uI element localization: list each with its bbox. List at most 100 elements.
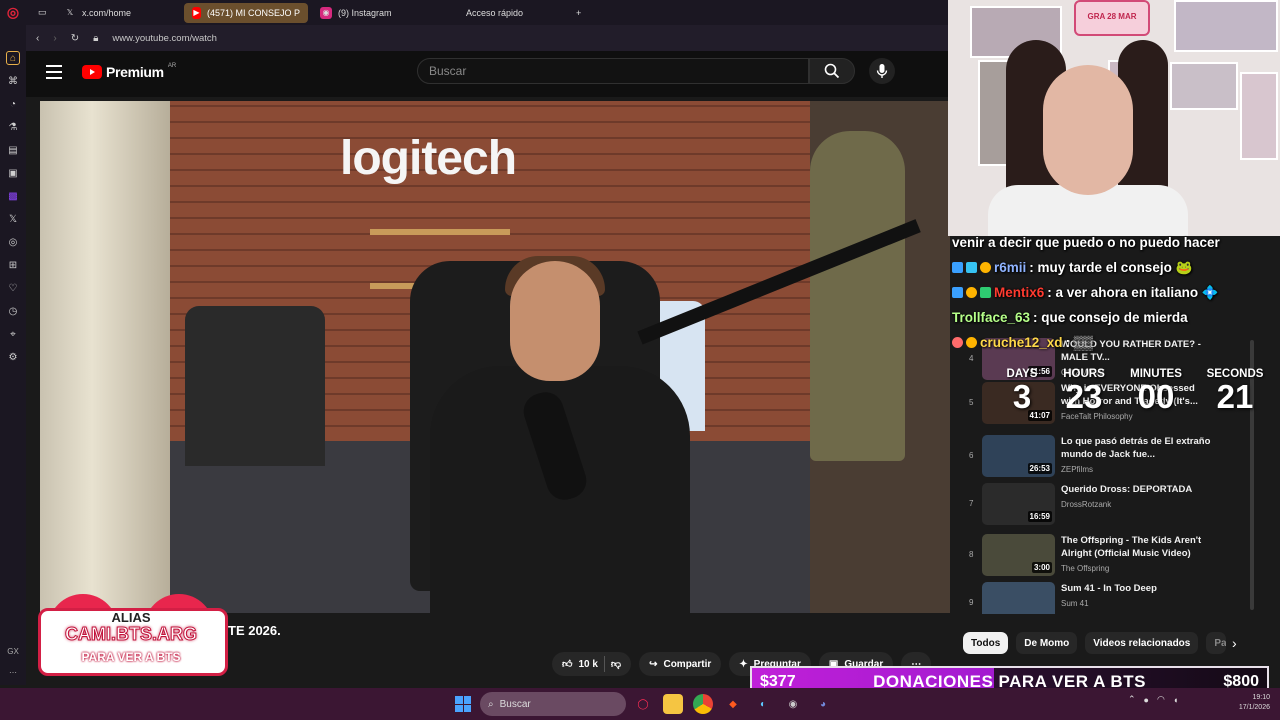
search-input[interactable]: Buscar	[417, 58, 809, 84]
chip-pa[interactable]: Pa	[1206, 632, 1227, 654]
menu-icon[interactable]	[46, 65, 62, 79]
streamer-face	[1043, 65, 1133, 195]
search-button[interactable]	[809, 58, 855, 84]
tab-workspaces[interactable]: ▭	[30, 3, 52, 23]
chrome-icon[interactable]	[693, 694, 713, 714]
speed-dial-icon	[448, 7, 460, 19]
discord-icon[interactable]: ◕	[813, 694, 833, 714]
related-video-thumbnail[interactable]: 26:53	[982, 435, 1055, 477]
related-video-channel[interactable]: ZEPfilms	[1061, 465, 1093, 474]
file-explorer-icon[interactable]	[663, 694, 683, 714]
video-scene-jersey	[185, 306, 325, 466]
chat-message: r6mii : muy tarde el consejo 🐸	[952, 255, 1278, 280]
sparkle-icon: ✦	[739, 658, 748, 670]
tab-youtube[interactable]: ▶ (4571) MI CONSEJO P	[184, 2, 308, 23]
alias-sticker: ALIAS CAMI.BTS.ARG PARA VER A BTS	[34, 594, 228, 690]
video-scene-mannequin	[810, 131, 905, 461]
related-video-thumbnail[interactable]	[982, 582, 1055, 614]
volume-icon[interactable]: ◖	[1173, 695, 1178, 705]
back-icon[interactable]: ‹	[36, 33, 39, 44]
related-video-title[interactable]: Querido Dross: DEPORTADA	[1061, 483, 1211, 496]
taskbar-clock[interactable]: 19:10 17/1/2026	[1239, 693, 1270, 713]
tab-x[interactable]: 𝕏 x.com/home	[56, 3, 180, 23]
alias-line-1: ALIAS	[111, 610, 151, 625]
related-video-channel[interactable]: DrossRotzank	[1061, 500, 1111, 509]
chat-user: r6mii	[994, 260, 1027, 275]
related-video-channel[interactable]: The Offspring	[1061, 564, 1109, 573]
share-button[interactable]: ↪ Compartir	[639, 652, 722, 676]
music-player-icon[interactable]: ◎	[6, 235, 20, 249]
tab-speed-dial[interactable]: Acceso rápido	[440, 3, 564, 23]
x-sidebar-icon[interactable]: 𝕏	[6, 212, 20, 226]
chip-videos-relacionados[interactable]: Videos relacionados	[1085, 632, 1199, 654]
reload-icon[interactable]: ↻	[71, 33, 79, 44]
related-video-item[interactable]: 9 Sum 41 - In Too Deep Sum 41	[963, 582, 1257, 614]
like-count: 10 k	[578, 658, 598, 670]
crown-icon	[980, 262, 991, 273]
related-video-item[interactable]: 6 26:53 Lo que pasó detrás de El extraño m…	[963, 435, 1257, 479]
clock-time: 19:10	[1252, 694, 1270, 701]
share-label: Compartir	[663, 658, 712, 670]
forward-icon[interactable]: ›	[53, 33, 56, 44]
stream-chat-overlay: venir a decir que puedo o no puedo hacer…	[952, 230, 1278, 355]
obs-icon[interactable]: ◉	[783, 694, 803, 714]
related-video-channel[interactable]: Sum 41	[1061, 599, 1089, 608]
app-icon[interactable]: ◐	[753, 694, 773, 714]
voice-search-button[interactable]	[869, 58, 895, 84]
url-field[interactable]: www.youtube.com/watch	[112, 33, 217, 44]
extensions-icon[interactable]: ⊞	[6, 258, 20, 272]
related-video-item[interactable]: 7 16:59 Querido Dross: DEPORTADA DrossRotza…	[963, 483, 1257, 527]
tray-app-icon[interactable]: ●	[1144, 695, 1149, 705]
badge-icon	[980, 287, 991, 298]
gx-control-icon[interactable]: ◔	[6, 97, 20, 111]
twitch-icon[interactable]: ▩	[6, 189, 20, 203]
flask-icon[interactable]: ⚗	[6, 120, 20, 134]
chip-de-momo[interactable]: De Momo	[1016, 632, 1078, 654]
wall-poster	[1174, 0, 1278, 52]
system-tray: ⌃ ● ◠ ◖	[1128, 694, 1178, 705]
messenger-icon[interactable]: ▣	[6, 166, 20, 180]
new-tab-button[interactable]: +	[568, 3, 589, 23]
home-icon[interactable]: ⌂	[6, 51, 20, 65]
youtube-header: Premium AR Buscar	[26, 51, 948, 97]
history-icon[interactable]: ◷	[6, 304, 20, 318]
gamepad-icon[interactable]: ⌘	[6, 74, 20, 88]
badge-icon	[966, 337, 977, 348]
related-video-thumbnail[interactable]: 16:59	[982, 483, 1055, 525]
thumbs-down-icon[interactable]: 👎︎	[611, 658, 621, 670]
related-video-title[interactable]: Sum 41 - In Too Deep	[1061, 582, 1211, 595]
related-video-index: 5	[969, 398, 974, 407]
related-video-title[interactable]: Lo que pasó detrás de El extraño mundo d…	[1061, 435, 1211, 461]
chip-todos[interactable]: Todos	[963, 632, 1009, 654]
chevron-up-icon[interactable]: ⌃	[1128, 694, 1136, 705]
tab-label: x.com/home	[82, 7, 132, 18]
favorites-icon[interactable]: ♡	[6, 281, 20, 295]
pinboard-icon[interactable]: ⌖	[6, 327, 20, 341]
related-video-item[interactable]: 8 3:00 The Offspring - The Kids Aren't Alr…	[963, 534, 1257, 578]
taskbar-search[interactable]: ⌕ Buscar	[480, 692, 626, 716]
chevron-right-icon[interactable]: ›	[1232, 635, 1237, 651]
video-player[interactable]: logitech	[40, 101, 950, 613]
share-icon: ↪	[649, 658, 658, 670]
youtube-logo[interactable]: Premium AR	[82, 63, 176, 80]
related-video-title[interactable]: The Offspring - The Kids Aren't Alright …	[1061, 534, 1211, 560]
badge-icon	[952, 287, 963, 298]
more-icon[interactable]: ⋯	[9, 668, 17, 677]
related-video-index: 9	[969, 598, 974, 607]
windows-start-icon[interactable]	[455, 696, 471, 712]
like-dislike-button[interactable]: 👍︎ 10 k 👎︎	[552, 652, 632, 676]
wifi-icon[interactable]: ◠	[1157, 694, 1165, 705]
chat-message: Trollface_63 : que consejo de mierda	[952, 305, 1278, 330]
countdown-hours: HOURS 23	[1058, 368, 1110, 414]
tab-instagram[interactable]: ◉ (9) Instagram	[312, 3, 436, 23]
address-bar: ‹ › ↻ 🔒︎ www.youtube.com/watch	[26, 25, 948, 51]
related-video-thumbnail[interactable]: 3:00	[982, 534, 1055, 576]
opera-gx-logo-icon[interactable]: ◎	[0, 0, 26, 25]
wall-sign: GRA 28 MAR	[1074, 0, 1150, 36]
opera-gx-icon[interactable]: ◯	[633, 694, 653, 714]
countdown-timer: DAYS 3 HOURS 23 MINUTES 00 SECONDS 21	[1004, 368, 1264, 418]
gx-corner-icon[interactable]: ▤	[6, 143, 20, 157]
countdown-seconds: SECONDS 21	[1204, 368, 1266, 414]
settings-icon[interactable]: ⚙	[6, 350, 20, 364]
brave-icon[interactable]: ◆	[723, 694, 743, 714]
